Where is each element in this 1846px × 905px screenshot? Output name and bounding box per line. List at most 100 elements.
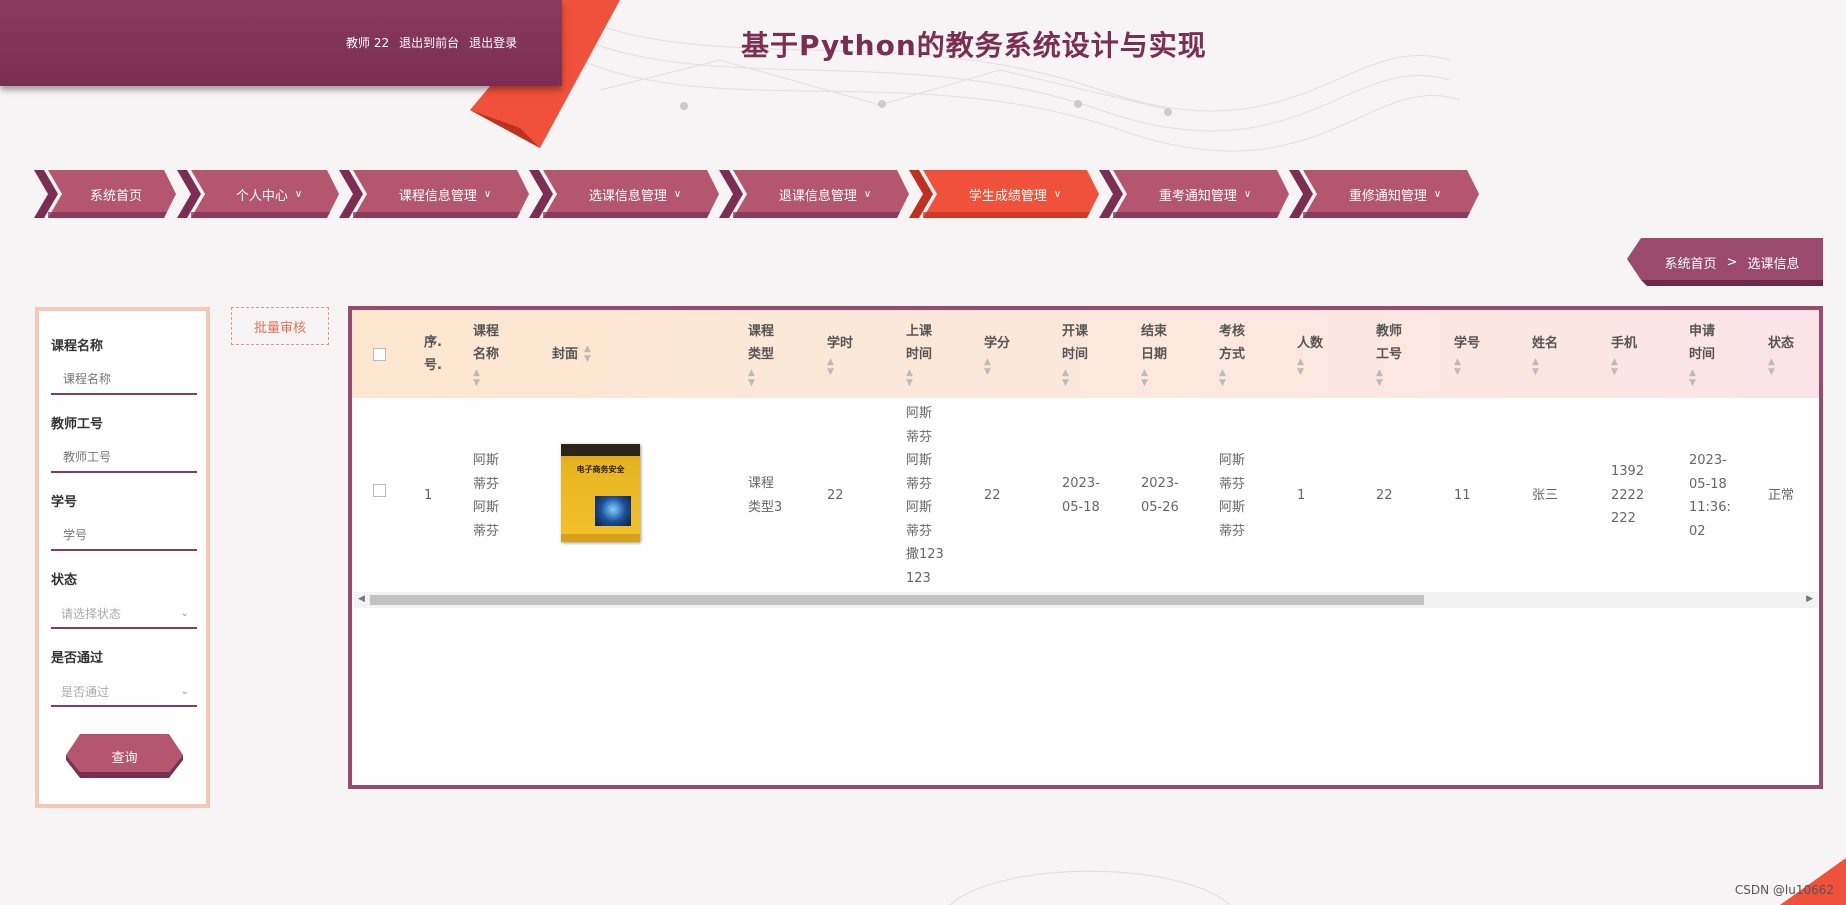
- sort-icon: ▲ ▼: [1689, 368, 1696, 388]
- query-button[interactable]: 查询: [66, 734, 183, 778]
- cell-phone: 1392 2222 222: [1611, 464, 1645, 526]
- chevron-down-icon: ∨: [1433, 188, 1442, 200]
- cover-art: [595, 496, 631, 526]
- sort-icon: ▲ ▼: [1454, 356, 1461, 377]
- nav-student-grades[interactable]: 学生成绩管理 ∨: [909, 170, 1099, 218]
- nav-home[interactable]: 系统首页: [34, 170, 176, 218]
- chevron-down-icon: ∨: [1243, 188, 1252, 200]
- header-class-time[interactable]: 上课 时间 ▲ ▼: [906, 310, 932, 398]
- student-id-input[interactable]: [51, 521, 197, 551]
- status-select[interactable]: 请选择状态 ⌄: [51, 599, 197, 629]
- batch-review-button[interactable]: 批量审核: [231, 307, 329, 345]
- user-links: 教师 22 退出到前台 退出登录: [346, 34, 517, 51]
- sort-icon: ▲ ▼: [1297, 356, 1304, 377]
- nav-course-selection[interactable]: 选课信息管理 ∨: [529, 170, 719, 218]
- cell-apply-time: 2023- 05-18 11:36: 02: [1689, 453, 1731, 539]
- sort-icon: ▲ ▼: [1219, 368, 1226, 388]
- nav-label: 个人中心: [235, 188, 288, 204]
- sort-icon: ▲ ▼: [1376, 368, 1383, 388]
- nav-label: 重修通知管理: [1348, 188, 1427, 204]
- header-hours[interactable]: 学时 ▲ ▼: [827, 310, 853, 398]
- chevron-down-icon: ∨: [673, 188, 682, 200]
- breadcrumb-separator: >: [1726, 254, 1738, 270]
- breadcrumb: 系统首页 > 选课信息: [1627, 238, 1823, 286]
- nav-label: 课程信息管理: [398, 188, 477, 204]
- nav-course-drop[interactable]: 退课信息管理 ∨: [719, 170, 909, 218]
- chevron-down-icon: ∨: [483, 188, 492, 200]
- horizontal-scrollbar[interactable]: ◀ ▶: [354, 592, 1817, 608]
- chevron-down-icon: ∨: [863, 188, 872, 200]
- header-teacher-id[interactable]: 教师 工号 ▲ ▼: [1376, 310, 1402, 398]
- status-select-value: 请选择状态: [61, 606, 122, 621]
- scroll-right-icon[interactable]: ▶: [1806, 594, 1813, 604]
- site-title: 基于Python的教务系统设计与实现: [741, 29, 1207, 62]
- sort-icon: ▲ ▼: [827, 356, 834, 377]
- header-count[interactable]: 人数 ▲ ▼: [1297, 310, 1323, 398]
- logout-link[interactable]: 退出登录: [469, 34, 517, 51]
- passed-select-value: 是否通过: [61, 684, 110, 699]
- passed-label: 是否通过: [51, 651, 104, 666]
- cell-teacher-id: 22: [1376, 488, 1393, 503]
- filter-panel: 课程名称 教师工号 学号 状态 请选择状态 ⌄ 是否通过 是否通过 ⌄ 查询: [35, 307, 210, 808]
- watermark: CSDN @lu10662: [1734, 883, 1834, 897]
- data-table: 序. 号. 课程 名称 ▲ ▼ 封面 ▲ ▼ 课程 类型 ▲ ▼ 学时 ▲ ▼ 上课 时间 ▲ ▼ 学分 ▲ ▼…: [348, 306, 1823, 789]
- sort-icon: ▲ ▼: [984, 356, 991, 377]
- sort-icon: ▲ ▼: [473, 368, 480, 388]
- course-name-input[interactable]: [51, 365, 197, 395]
- scrollbar-thumb[interactable]: [370, 595, 1424, 605]
- student-id-label: 学号: [51, 495, 78, 510]
- cell-class-time: 阿斯 蒂芬 阿斯 蒂芬 阿斯 蒂芬 撒123 123: [906, 406, 944, 586]
- sort-icon: ▲ ▼: [748, 368, 755, 388]
- header-name[interactable]: 姓名 ▲ ▼: [1532, 310, 1558, 398]
- table-header: 序. 号. 课程 名称 ▲ ▼ 封面 ▲ ▼ 课程 类型 ▲ ▼ 学时 ▲ ▼ 上课 时间 ▲ ▼ 学分 ▲ ▼…: [352, 310, 1819, 398]
- header-course-type[interactable]: 课程 类型 ▲ ▼: [748, 310, 774, 398]
- nav-label: 学生成绩管理: [968, 188, 1047, 204]
- sort-icon: ▲ ▼: [1141, 368, 1148, 388]
- select-all-checkbox[interactable]: [373, 310, 386, 398]
- sort-icon: ▲ ▼: [1532, 356, 1539, 377]
- sort-icon: ▲ ▼: [1062, 368, 1069, 388]
- nav-course-info[interactable]: 课程信息管理 ∨: [339, 170, 529, 218]
- nav-retake-course-notice[interactable]: 重修通知管理 ∨: [1289, 170, 1479, 218]
- cell-start-time: 2023- 05-18: [1062, 476, 1100, 515]
- course-cover-image: 电子商务安全: [561, 444, 640, 542]
- nav-retake-exam-notice[interactable]: 重考通知管理 ∨: [1099, 170, 1289, 218]
- cell-course-type: 课程 类型3: [748, 476, 783, 515]
- chevron-down-icon: ∨: [294, 188, 303, 200]
- header-course-name[interactable]: 课程 名称 ▲ ▼: [473, 310, 499, 398]
- cell-count: 1: [1297, 488, 1306, 503]
- breadcrumb-current: 选课信息: [1747, 256, 1800, 272]
- user-bar: 教师 22 退出到前台 退出登录: [0, 0, 562, 86]
- header-seq: 序. 号.: [424, 335, 442, 373]
- header-student-id[interactable]: 学号 ▲ ▼: [1454, 310, 1480, 398]
- back-to-front-link[interactable]: 退出到前台: [399, 34, 459, 51]
- course-name-label: 课程名称: [51, 339, 104, 354]
- status-label: 状态: [51, 573, 78, 588]
- header-status[interactable]: 状态 ▲ ▼: [1768, 310, 1794, 398]
- header-credits[interactable]: 学分 ▲ ▼: [984, 310, 1010, 398]
- header-end-date[interactable]: 结束 日期 ▲ ▼: [1141, 310, 1167, 398]
- cell-hours: 22: [827, 488, 844, 503]
- row-checkbox[interactable]: [373, 482, 386, 506]
- cell-name: 张三: [1532, 488, 1559, 503]
- chevron-down-icon: ⌄: [180, 685, 189, 697]
- chevron-down-icon: ⌄: [180, 607, 189, 619]
- sort-icon: ▲ ▼: [1611, 356, 1618, 377]
- current-user: 教师 22: [346, 36, 390, 50]
- teacher-id-input[interactable]: [51, 443, 197, 473]
- nav-label: 选课信息管理: [588, 188, 667, 204]
- cell-credits: 22: [984, 488, 1001, 503]
- nav-label: 系统首页: [89, 188, 142, 204]
- teacher-id-label: 教师工号: [51, 417, 104, 432]
- passed-select[interactable]: 是否通过 ⌄: [51, 677, 197, 707]
- header-cover[interactable]: 封面 ▲ ▼: [552, 310, 591, 398]
- header-exam-method[interactable]: 考核 方式 ▲ ▼: [1219, 310, 1245, 398]
- breadcrumb-home[interactable]: 系统首页: [1665, 253, 1717, 272]
- scroll-left-icon[interactable]: ◀: [358, 594, 365, 604]
- header-apply-time[interactable]: 申请 时间 ▲ ▼: [1689, 310, 1715, 398]
- cell-seq: 1: [424, 488, 433, 503]
- header-phone[interactable]: 手机 ▲ ▼: [1611, 310, 1637, 398]
- header-start-time[interactable]: 开课 时间 ▲ ▼: [1062, 310, 1088, 398]
- nav-personal-center[interactable]: 个人中心 ∨: [177, 170, 339, 218]
- query-button-label: 查询: [111, 750, 138, 766]
